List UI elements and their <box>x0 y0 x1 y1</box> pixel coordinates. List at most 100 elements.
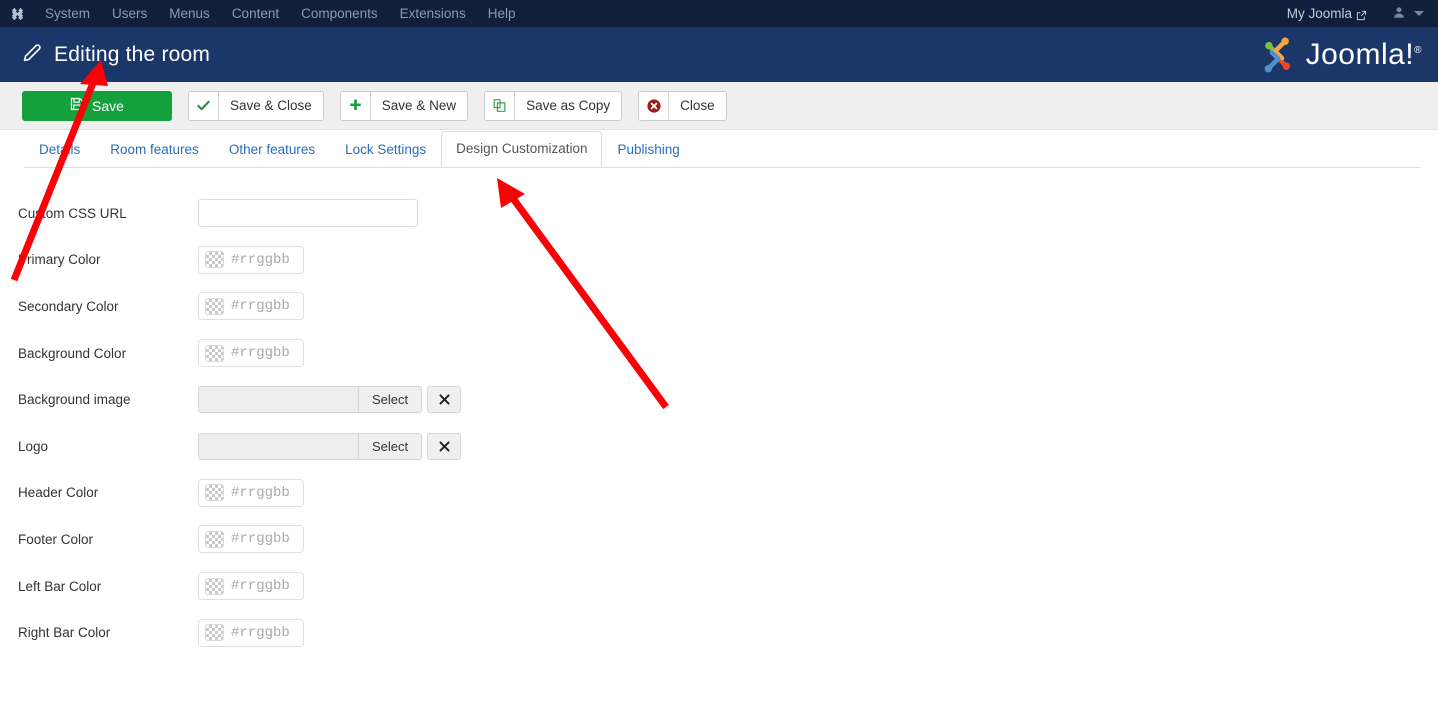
control-header-color: #rrggbb <box>198 478 304 507</box>
close-x-icon <box>439 394 450 405</box>
top-menu-item-system[interactable]: System <box>34 0 101 27</box>
save-and-new-label: Save & New <box>381 98 457 113</box>
tab-publishing[interactable]: Publishing <box>602 132 694 167</box>
logo-filefield: Select <box>198 432 462 460</box>
joomla-brand-logo: Joomla!® <box>1256 35 1422 75</box>
color-swatch-icon[interactable] <box>205 577 224 595</box>
background-image-filename[interactable] <box>198 386 358 414</box>
color-swatch-icon[interactable] <box>205 344 224 362</box>
top-menu-item-users[interactable]: Users <box>101 0 158 27</box>
top-menu-item-menus[interactable]: Menus <box>158 0 221 27</box>
background-image-select-button[interactable]: Select <box>358 386 423 414</box>
tab-other-features[interactable]: Other features <box>214 132 330 167</box>
header-color-input[interactable]: #rrggbb <box>198 478 304 507</box>
secondary-color-input[interactable]: #rrggbb <box>198 292 304 321</box>
field-row-footer-color: Footer Color #rrggbb <box>0 516 1438 563</box>
footer-color-input[interactable]: #rrggbb <box>198 525 304 554</box>
top-menu-right: My Joomla <box>1287 0 1438 27</box>
primary-color-placeholder: #rrggbb <box>231 251 290 268</box>
top-menu-item-components[interactable]: Components <box>290 0 389 27</box>
control-left-bar-color: #rrggbb <box>198 572 304 601</box>
design-customization-form: Custom CSS URL Primary Color #rrggbb Sec… <box>0 190 1438 656</box>
label-header-color: Header Color <box>18 485 99 501</box>
page-header: Editing the room Joomla!® <box>0 27 1438 82</box>
page-title: Editing the room <box>54 42 211 66</box>
field-row-background-color: Background Color #rrggbb <box>0 330 1438 377</box>
top-menu-item-help[interactable]: Help <box>477 0 527 27</box>
logo-select-button[interactable]: Select <box>358 432 423 460</box>
logo-filename[interactable] <box>198 432 358 460</box>
brand-name: Joomla!® <box>1305 37 1422 71</box>
control-footer-color: #rrggbb <box>198 525 304 554</box>
save-button[interactable]: Save <box>22 90 172 121</box>
close-button-label: Close <box>680 98 715 113</box>
site-link-label: My Joomla <box>1286 6 1352 21</box>
field-row-custom-css-url: Custom CSS URL <box>0 190 1438 237</box>
cancel-circle-icon <box>639 91 670 120</box>
color-swatch-icon[interactable] <box>205 297 224 315</box>
copy-pages-icon <box>485 91 516 120</box>
top-menu-left: System Users Menus Content Components Ex… <box>0 0 526 27</box>
label-background-color: Background Color <box>18 345 127 361</box>
field-row-background-image: Background image Select <box>0 376 1438 423</box>
control-background-image: Select <box>198 386 462 414</box>
color-swatch-icon[interactable] <box>205 251 224 269</box>
left-bar-color-placeholder: #rrggbb <box>231 578 290 595</box>
label-secondary-color: Secondary Color <box>18 298 119 314</box>
top-menu-item-extensions[interactable]: Extensions <box>389 0 477 27</box>
joomla-logo-icon <box>1264 37 1290 72</box>
tab-bottom-divider <box>24 167 1420 168</box>
top-menu-item-content[interactable]: Content <box>221 0 290 27</box>
admin-page: System Users Menus Content Components Ex… <box>0 0 1438 714</box>
joomla-mark-icon[interactable] <box>0 0 34 27</box>
site-link[interactable]: My Joomla <box>1287 6 1367 21</box>
close-x-icon <box>439 441 450 452</box>
tab-design-customization[interactable]: Design Customization <box>441 130 603 167</box>
header-color-placeholder: #rrggbb <box>231 484 290 501</box>
save-and-close-label: Save & Close <box>230 98 312 113</box>
brand-trademark: ® <box>1414 44 1422 56</box>
save-as-copy-label: Save as Copy <box>526 98 611 113</box>
control-logo: Select <box>198 432 462 460</box>
user-avatar-icon <box>1393 6 1405 21</box>
tab-lock-settings[interactable]: Lock Settings <box>330 132 441 167</box>
color-swatch-icon[interactable] <box>205 530 224 548</box>
save-button-label: Save <box>92 97 124 114</box>
label-custom-css-url: Custom CSS URL <box>18 205 127 221</box>
plus-icon <box>340 91 371 120</box>
control-secondary-color: #rrggbb <box>198 292 304 321</box>
control-primary-color: #rrggbb <box>198 245 304 274</box>
label-background-image: Background image <box>18 392 131 408</box>
logo-clear-button[interactable] <box>427 432 462 460</box>
save-and-new-button[interactable]: Save & New <box>339 90 469 121</box>
admin-top-menu-bar: System Users Menus Content Components Ex… <box>0 0 1438 27</box>
primary-color-input[interactable]: #rrggbb <box>198 245 304 274</box>
background-image-clear-button[interactable] <box>427 386 462 414</box>
label-left-bar-color: Left Bar Color <box>18 578 102 594</box>
pencil-edit-icon <box>20 41 46 69</box>
color-swatch-icon[interactable] <box>205 484 224 502</box>
tab-list: Details Room features Other features Loc… <box>0 130 1438 167</box>
background-color-placeholder: #rrggbb <box>231 345 290 362</box>
close-button[interactable]: Close <box>638 90 727 121</box>
field-row-secondary-color: Secondary Color #rrggbb <box>0 283 1438 330</box>
save-and-close-button[interactable]: Save & Close <box>188 90 324 121</box>
tab-bar: Details Room features Other features Loc… <box>0 130 1438 167</box>
editor-toolbar: Save Save & Close Save & New Save as Cop… <box>0 82 1438 130</box>
tab-room-features[interactable]: Room features <box>95 132 214 167</box>
save-as-copy-button[interactable]: Save as Copy <box>484 90 623 121</box>
color-swatch-icon[interactable] <box>205 624 224 642</box>
tab-details[interactable]: Details <box>24 132 95 167</box>
footer-color-placeholder: #rrggbb <box>231 531 290 548</box>
field-row-primary-color: Primary Color #rrggbb <box>0 237 1438 284</box>
control-custom-css-url <box>198 199 418 228</box>
label-footer-color: Footer Color <box>18 531 94 547</box>
external-link-icon <box>1356 9 1367 21</box>
right-bar-color-input[interactable]: #rrggbb <box>198 618 304 647</box>
custom-css-url-input[interactable] <box>198 199 418 228</box>
field-row-left-bar-color: Left Bar Color #rrggbb <box>0 563 1438 610</box>
right-bar-color-placeholder: #rrggbb <box>231 624 290 641</box>
left-bar-color-input[interactable]: #rrggbb <box>198 572 304 601</box>
user-menu[interactable] <box>1393 6 1424 21</box>
background-color-input[interactable]: #rrggbb <box>198 339 304 368</box>
